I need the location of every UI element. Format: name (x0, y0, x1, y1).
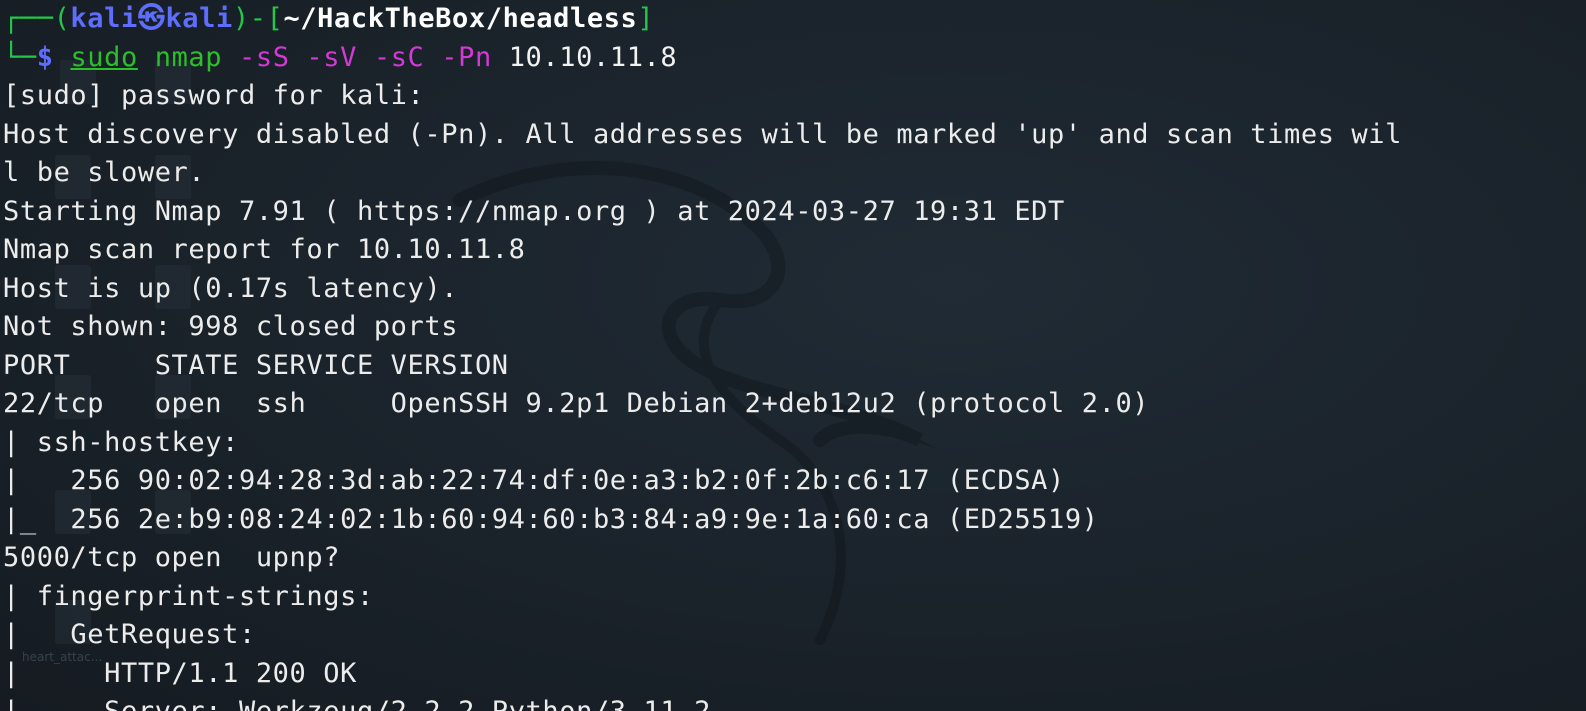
command-flags: -sS -sV -sC -Pn (239, 41, 492, 73)
output-line: | Server: Werkzeug/2.2.2 Python/3.11.2 (3, 693, 1402, 711)
prompt-corner-top: ┌──( (3, 3, 71, 34)
output-line: | GetRequest: (3, 619, 256, 650)
command-line: └─$ sudo nmap -sS -sV -sC -Pn 10.10.11.8 (3, 39, 1402, 78)
terminal-output: ┌──(kali㉿kali)-[~/HackTheBox/headless] └… (3, 0, 1402, 711)
output-line: 5000/tcp open upnp? (3, 542, 341, 573)
prompt-corner-bottom: └─ (3, 41, 37, 73)
prompt-separator: )-[ (232, 3, 284, 34)
output-line: Not shown: 998 closed ports (3, 311, 459, 342)
output-line: PORT STATE SERVICE VERSION (3, 349, 509, 381)
output-line: 22/tcp open ssh OpenSSH 9.2p1 Debian 2+d… (3, 388, 1150, 419)
output-line: | HTTP/1.1 200 OK (3, 657, 357, 689)
output-line: [sudo] password for kali: (3, 80, 425, 111)
output-line: | 256 90:02:94:28:3d:ab:22:74:df:0e:a3:b… (3, 465, 1065, 496)
output-line: Host discovery disabled (-Pn). All addre… (3, 118, 1402, 150)
output-line: |_ 256 2e:b9:08:24:02:1b:60:94:60:b3:84:… (3, 503, 1099, 535)
output-line: | fingerprint-strings: (3, 580, 374, 612)
prompt-header-line: ┌──(kali㉿kali)-[~/HackTheBox/headless] (3, 0, 1402, 39)
command-target: 10.10.11.8 (508, 41, 678, 73)
output-line: | ssh-hostkey: (3, 426, 239, 458)
output-line: Starting Nmap 7.91 ( https://nmap.org ) … (3, 195, 1065, 227)
prompt-path: ~/HackTheBox/headless (283, 3, 638, 34)
prompt-user: kali (70, 3, 138, 34)
command-name: nmap (154, 41, 223, 73)
prompt-close-bracket: ] (637, 3, 655, 34)
command-sudo: sudo (70, 41, 138, 73)
output-line: l be slower. (3, 157, 206, 188)
output-line: Host is up (0.17s latency). (3, 272, 459, 304)
kali-symbol-icon: ㉿ (137, 3, 166, 34)
terminal-window[interactable]: heart_attac... ┌──(kali㉿kali)-[~/HackThe… (0, 0, 1586, 711)
output-line: Nmap scan report for 10.10.11.8 (3, 234, 526, 265)
prompt-dollar: $ (36, 41, 54, 73)
prompt-host: kali (165, 3, 233, 34)
